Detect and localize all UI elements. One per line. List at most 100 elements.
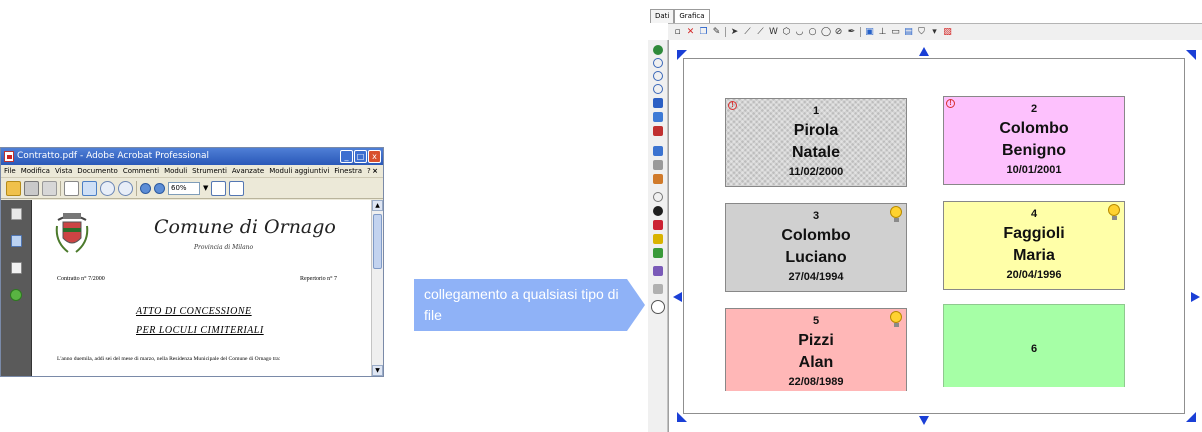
fit-width-icon[interactable] bbox=[211, 180, 227, 196]
zoom-dropdown-icon[interactable]: ▼ bbox=[203, 184, 208, 192]
menu-help[interactable]: ? bbox=[367, 165, 371, 177]
face-icon[interactable] bbox=[653, 206, 663, 216]
menu-strumenti[interactable]: Strumenti bbox=[192, 165, 227, 177]
menu-modifica[interactable]: Modifica bbox=[21, 165, 50, 177]
resize-handle-bottom-left[interactable] bbox=[677, 412, 687, 422]
hand-tool-icon[interactable] bbox=[82, 180, 97, 196]
navigation-pane bbox=[1, 200, 31, 376]
signatures-icon[interactable] bbox=[10, 262, 22, 274]
help-icon[interactable] bbox=[10, 289, 22, 301]
pen-icon[interactable]: ✒ bbox=[847, 27, 856, 37]
menu-moduli-aggiuntivi[interactable]: Moduli aggiuntivi bbox=[269, 165, 329, 177]
home-icon[interactable] bbox=[653, 174, 663, 184]
maximize-button[interactable]: □ bbox=[354, 150, 367, 163]
resize-handle-top-right[interactable] bbox=[1186, 50, 1196, 60]
bookmarks-icon[interactable] bbox=[10, 235, 22, 247]
pan-icon[interactable] bbox=[653, 98, 663, 108]
tab-dati[interactable]: Dati bbox=[650, 9, 675, 23]
copy-icon[interactable]: ❐ bbox=[699, 27, 708, 37]
circle-icon[interactable]: ◯ bbox=[821, 27, 831, 37]
tab-grafica[interactable]: Grafica bbox=[674, 9, 710, 23]
print-icon[interactable] bbox=[653, 284, 663, 294]
move-icon[interactable] bbox=[653, 126, 663, 136]
dynamic-zoom-icon[interactable] bbox=[118, 180, 133, 196]
list-icon[interactable] bbox=[653, 234, 663, 244]
arc-icon[interactable]: ◡ bbox=[795, 27, 804, 37]
dropdown-icon[interactable]: ▾ bbox=[930, 27, 939, 37]
rotate-icon[interactable]: ⊘ bbox=[834, 27, 843, 37]
polyline-icon[interactable]: ⟋ bbox=[756, 27, 765, 37]
zoom-in-icon[interactable] bbox=[653, 58, 663, 68]
zoom-tool-icon[interactable] bbox=[100, 180, 115, 196]
print-icon[interactable] bbox=[24, 180, 39, 196]
loculo-number: 5 bbox=[812, 315, 820, 327]
open-folder-icon[interactable] bbox=[6, 180, 21, 196]
zoom-out-icon[interactable] bbox=[653, 71, 663, 81]
ellipse-icon[interactable]: ○ bbox=[808, 27, 817, 37]
loculo-name: Natale bbox=[791, 144, 841, 161]
resize-handle-right[interactable] bbox=[1191, 292, 1200, 302]
document-close-icon[interactable]: × bbox=[372, 165, 378, 178]
loculo-number: 3 bbox=[812, 210, 820, 222]
resize-handle-bottom-right[interactable] bbox=[1186, 412, 1196, 422]
pointer-icon[interactable]: ➤ bbox=[730, 27, 739, 37]
acrobat-window: Contratto.pdf - Adobe Acrobat Profession… bbox=[0, 147, 384, 377]
menu-finestra[interactable]: Finestra bbox=[334, 165, 362, 177]
drawing-canvas[interactable]: ! 1 Pirola Natale 11/02/2000 ! 2 Colombo… bbox=[668, 40, 1202, 432]
layer-icon[interactable]: ▤ bbox=[904, 27, 913, 37]
panel-tabs: Dati Grafica bbox=[650, 9, 710, 23]
back-arrow-icon[interactable] bbox=[653, 146, 663, 156]
menu-vista[interactable]: Vista bbox=[55, 165, 72, 177]
zoom-level-field[interactable]: 60% bbox=[168, 181, 200, 195]
menu-moduli[interactable]: Moduli bbox=[164, 165, 187, 177]
zoom-in-icon[interactable] bbox=[154, 182, 165, 194]
select-text-icon[interactable] bbox=[64, 180, 79, 196]
polygon-icon[interactable]: ⬡ bbox=[782, 27, 791, 37]
globe-icon[interactable] bbox=[653, 45, 663, 55]
loculo-5[interactable]: 5 Pizzi Alan 22/08/1989 bbox=[725, 308, 907, 391]
vertical-scrollbar[interactable]: ▲ ▼ bbox=[371, 200, 383, 376]
loculo-6[interactable]: 6 bbox=[943, 304, 1125, 387]
scroll-up-icon[interactable]: ▲ bbox=[372, 200, 383, 211]
email-icon[interactable] bbox=[42, 180, 57, 196]
delete-icon[interactable]: ✕ bbox=[686, 27, 695, 37]
minimize-button[interactable]: _ bbox=[340, 150, 353, 163]
table-icon[interactable] bbox=[653, 220, 663, 230]
palette-icon[interactable] bbox=[653, 266, 663, 276]
line-icon[interactable]: ⟋ bbox=[743, 27, 752, 37]
shield-icon[interactable]: ⛉ bbox=[917, 27, 926, 37]
fit-icon[interactable] bbox=[653, 112, 663, 122]
menu-avanzate[interactable]: Avanzate bbox=[232, 165, 264, 177]
new-icon[interactable]: ▫ bbox=[673, 27, 682, 37]
fit-page-icon[interactable] bbox=[229, 180, 245, 196]
loculo-3[interactable]: 3 Colombo Luciano 27/04/1994 bbox=[725, 203, 907, 292]
loculo-1[interactable]: ! 1 Pirola Natale 11/02/2000 bbox=[725, 98, 907, 187]
zoom-out-icon[interactable] bbox=[140, 182, 151, 194]
scroll-down-icon[interactable]: ▼ bbox=[372, 365, 383, 376]
resize-handle-left[interactable] bbox=[673, 292, 682, 302]
pages-icon[interactable] bbox=[10, 208, 22, 220]
resize-handle-top-left[interactable] bbox=[677, 50, 687, 60]
rectangle-icon[interactable]: ▭ bbox=[891, 27, 900, 37]
zigzag-icon[interactable]: W bbox=[769, 27, 778, 37]
loculo-4[interactable]: 4 Faggioli Maria 20/04/1996 bbox=[943, 201, 1125, 290]
menu-file[interactable]: File bbox=[4, 165, 16, 177]
loculo-name: Alan bbox=[798, 354, 834, 371]
bulb-outline-icon[interactable] bbox=[653, 192, 663, 202]
menu-commenti[interactable]: Commenti bbox=[123, 165, 159, 177]
menu-documento[interactable]: Documento bbox=[77, 165, 118, 177]
close-button[interactable]: x bbox=[368, 150, 381, 163]
loculo-2[interactable]: ! 2 Colombo Benigno 10/01/2001 bbox=[943, 96, 1125, 185]
align-icon[interactable]: ⊥ bbox=[878, 27, 887, 37]
chart-icon[interactable] bbox=[653, 248, 663, 258]
zoom-window-icon[interactable] bbox=[653, 84, 663, 94]
link-file-icon[interactable] bbox=[651, 300, 665, 314]
settings-icon[interactable]: ▧ bbox=[943, 27, 952, 37]
edit-icon[interactable]: ✎ bbox=[712, 27, 721, 37]
resize-handle-bottom[interactable] bbox=[919, 416, 929, 425]
resize-handle-top[interactable] bbox=[919, 47, 929, 56]
forward-arrow-icon[interactable] bbox=[653, 160, 663, 170]
scroll-thumb[interactable] bbox=[373, 214, 382, 269]
save-icon[interactable]: ▣ bbox=[865, 27, 874, 37]
loculo-date: 22/08/1989 bbox=[788, 376, 844, 388]
